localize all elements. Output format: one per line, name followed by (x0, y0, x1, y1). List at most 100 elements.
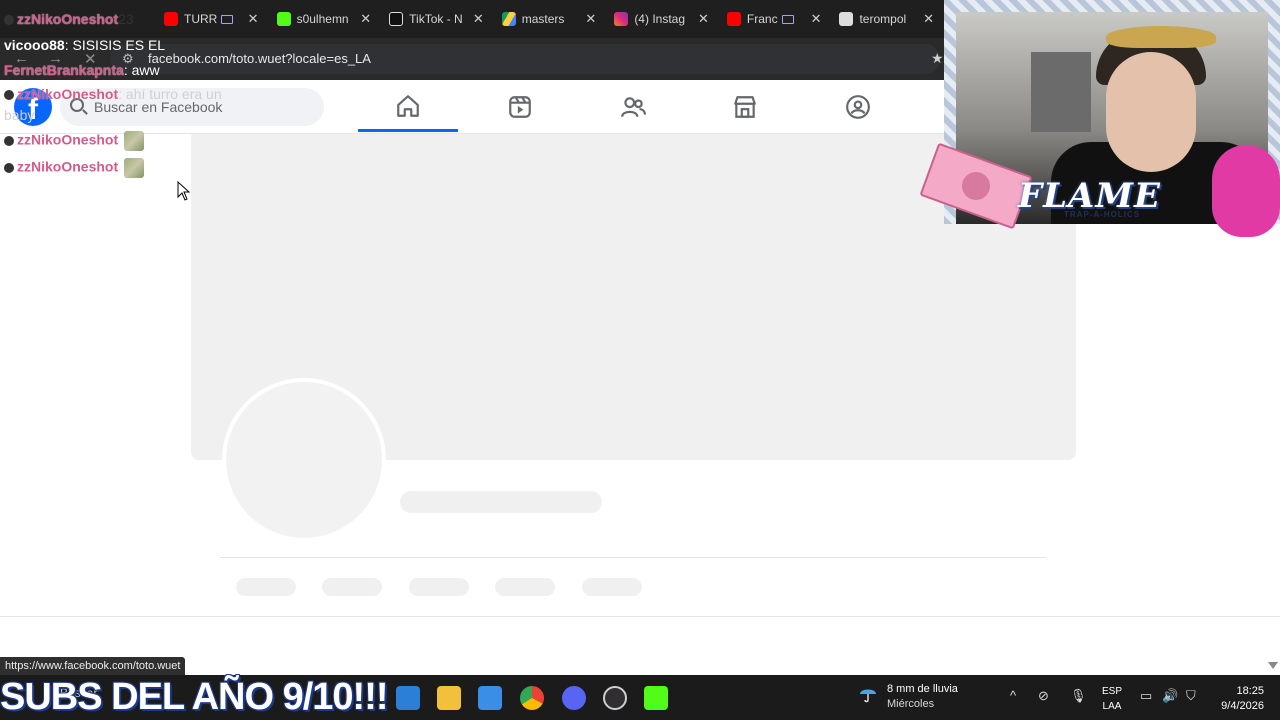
chat-text: baby (4, 107, 35, 123)
chat-text: : SISISIS ES EL (64, 37, 166, 53)
chat-username: zzNikoOneshot (17, 158, 119, 175)
divider (0, 616, 1280, 617)
star-icon[interactable]: ★ (931, 50, 944, 67)
browser-tab[interactable]: (4) Instag ✕ (606, 0, 719, 38)
profile-name-placeholder (400, 491, 602, 513)
generic-icon (839, 12, 854, 26)
drive-icon (501, 12, 516, 26)
close-icon[interactable]: ✕ (811, 11, 822, 27)
profile-tab-placeholder (409, 578, 469, 596)
nav-home[interactable] (358, 82, 458, 132)
weather-text: 8 mm de lluvia (887, 683, 958, 695)
poster (1031, 52, 1091, 132)
nav-marketplace[interactable] (695, 82, 795, 132)
profile-tab-placeholder (322, 578, 382, 596)
discord-icon[interactable] (562, 686, 586, 710)
chat-text: 23 (118, 11, 134, 27)
streamer-cap (1106, 26, 1216, 48)
tab-label: terompol (859, 12, 907, 26)
chat-username: zzNikoOneshot (17, 131, 119, 148)
close-icon[interactable]: ✕ (923, 11, 934, 27)
chat-username: FernetBrankapnta (4, 62, 124, 78)
close-icon[interactable]: ✕ (248, 11, 259, 27)
chrome-icon[interactable] (520, 686, 544, 710)
tab-label: Franc (746, 12, 778, 26)
screen-share-icon (781, 14, 794, 24)
browser-tab[interactable]: TikTok - N ✕ (381, 0, 494, 38)
outlook-icon[interactable] (396, 686, 420, 710)
tiktok-icon (389, 12, 404, 26)
screen-share-icon (221, 14, 234, 24)
browser-tab[interactable]: s0ulhemn ✕ (269, 0, 382, 38)
browser-tab[interactable]: terompol ✕ (831, 0, 944, 38)
profile-tab-placeholder (582, 578, 642, 596)
close-icon[interactable]: ✕ (360, 11, 371, 27)
language-indicator[interactable]: ESP LAA (1102, 684, 1122, 714)
overlay-subtitle: TRAP-A-HOLICS (1064, 210, 1141, 219)
chevron-up-icon[interactable]: ^ (1010, 688, 1016, 703)
profile-tab-placeholder (236, 578, 296, 596)
time: 18:25 (1236, 685, 1264, 697)
chat-message: vicooo88: SISISIS ES EL (4, 37, 165, 53)
close-icon[interactable]: ✕ (698, 11, 709, 27)
volume-icon[interactable]: 🔊 (1162, 688, 1178, 704)
kick-icon (276, 12, 291, 26)
nav-video[interactable] (470, 82, 570, 132)
badge-icon (4, 136, 14, 146)
scroll-down-icon[interactable] (1268, 662, 1278, 669)
language-code: ESP (1102, 686, 1123, 697)
profile-tab-placeholder (495, 578, 555, 596)
chat-message: zzNikoOneshot (4, 158, 145, 178)
badge-icon (4, 15, 14, 26)
badge-icon (4, 163, 14, 173)
tab-label: s0ulhemn (296, 12, 349, 26)
home-icon (397, 94, 419, 117)
tab-label: TikTok - N (409, 12, 463, 26)
keyboard-layout: LAA (1102, 701, 1122, 712)
close-icon[interactable]: ✕ (473, 11, 484, 27)
url-text[interactable]: facebook.com/toto.wuet?locale=es_LA (148, 51, 371, 66)
screen: TURR ✕ s0ulhemn ✕ TikTok - N ✕ masters ✕… (0, 0, 1280, 720)
browser-tab[interactable]: Franc ✕ (719, 0, 832, 38)
browser-tab[interactable]: masters ✕ (494, 0, 607, 38)
date: 9/4/2026 (1221, 700, 1264, 712)
video-icon (509, 96, 531, 118)
network-off-icon[interactable]: ⊘ (1038, 688, 1049, 704)
tab-label: TURR (184, 12, 218, 26)
obs-icon[interactable] (603, 686, 627, 710)
chat-message: zzNikoOneshot (4, 131, 145, 151)
nav-groups[interactable] (808, 82, 908, 132)
tab-label: (4) Instag (634, 12, 686, 26)
youtube-icon (164, 12, 178, 26)
chat-text: : ahí turro era un (118, 86, 222, 102)
microphone-icon[interactable]: 🎙 (1070, 688, 1087, 704)
instagram-icon (614, 12, 629, 26)
badge-icon (4, 90, 14, 101)
chat-message: FernetBrankapnta: aww (4, 62, 160, 78)
folder-icon[interactable] (437, 686, 461, 710)
streamer-face (1106, 52, 1196, 172)
weather-day: Miércoles (887, 698, 935, 710)
friends-icon (621, 97, 646, 118)
nav-friends[interactable] (583, 82, 683, 132)
chat-username: zzNikoOneshot (17, 11, 119, 27)
youtube-icon (726, 12, 741, 26)
buddha-sticker (1212, 145, 1280, 237)
chat-message: zzNikoOneshot: ahí turro era un (4, 86, 222, 102)
display-icon[interactable]: ▭ (1140, 688, 1152, 704)
chat-message: zzNikoOneshot23 (4, 11, 134, 27)
emote-icon (124, 131, 145, 151)
store-icon[interactable] (478, 686, 502, 710)
chat-message: baby (4, 107, 34, 123)
kick-icon[interactable] (644, 686, 668, 710)
clock[interactable]: 18:25 9/4/2026 (1212, 684, 1264, 714)
chat-username: zzNikoOneshot (17, 86, 119, 102)
browser-tab[interactable]: TURR ✕ (156, 0, 269, 38)
shield-icon[interactable]: ⛉ (1186, 688, 1196, 704)
close-icon[interactable]: ✕ (585, 11, 596, 27)
emote-icon (124, 158, 145, 178)
profile-picture-placeholder (222, 378, 386, 542)
link-preview-status: https://www.facebook.com/toto.wuet (0, 657, 186, 675)
browser-tab-bar: TURR ✕ s0ulhemn ✕ TikTok - N ✕ masters ✕… (0, 0, 944, 38)
stream-banner: SUBS DEL AÑO 9/10!!! (0, 676, 389, 718)
